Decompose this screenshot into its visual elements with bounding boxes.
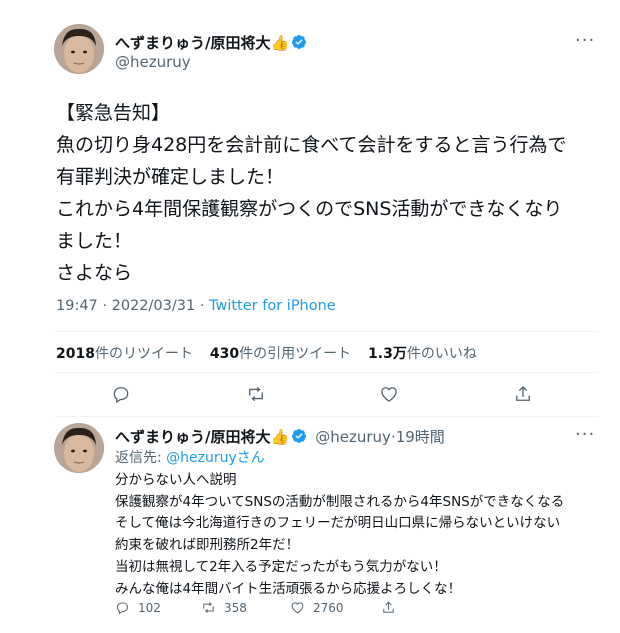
share-icon: [516, 385, 530, 401]
reply-time[interactable]: 19時間: [396, 428, 445, 446]
tweet-text-line: 魚の切り身428円を会計前に食べて会計をすると言う行為で: [56, 134, 567, 156]
avatar-image: [54, 423, 104, 473]
reply-display-name[interactable]: へずまりゅう/原田将大: [115, 428, 270, 446]
reply-text-line: そして俺は今北海道行きのフェリーだが明日山口県に帰らないといけない: [115, 515, 561, 532]
handle[interactable]: @hezuruy: [115, 53, 191, 71]
reply-text-line: 約束を破れば即刑務所2年だ！: [115, 537, 300, 554]
tweet-date[interactable]: 2022/03/31: [112, 298, 196, 314]
replying-to-mention[interactable]: @hezuruyさん: [166, 450, 265, 466]
reply-like-button[interactable]: 2760: [290, 600, 344, 615]
meta-separator: ·: [102, 298, 108, 314]
verified-badge-icon: [292, 35, 307, 49]
retweet-count: 358: [224, 600, 247, 615]
tweet-text-line: 【緊急告知】: [56, 102, 171, 124]
retweets-count: 2018: [56, 346, 95, 362]
reply-avatar[interactable]: [54, 423, 104, 473]
more-icon[interactable]: ···: [575, 424, 595, 445]
avatar[interactable]: [54, 24, 104, 74]
source-app-link[interactable]: Twitter for iPhone: [209, 298, 336, 314]
retweets-stat[interactable]: 2018件のリツイート: [56, 346, 193, 362]
share-icon: [383, 601, 394, 613]
tweet-time[interactable]: 19:47: [56, 298, 98, 314]
reply-icon: [116, 602, 129, 615]
tweet-text: 【緊急告知】 魚の切り身428円を会計前に食べて会計をすると言う行為で 有罪判決…: [56, 97, 567, 289]
tweet-text-line: 有罪判決が確定しました！: [56, 166, 285, 188]
retweet-icon: [249, 386, 263, 402]
avatar-image: [54, 24, 104, 74]
retweet-button[interactable]: [246, 384, 266, 408]
reply-handle[interactable]: @hezuruy: [315, 428, 391, 446]
replying-to-label: 返信先:: [115, 450, 167, 466]
verified-badge-icon: [292, 429, 307, 443]
quotes-count: 430: [209, 346, 240, 362]
likes-count: 1.3万: [368, 346, 407, 362]
divider: [54, 331, 598, 332]
divider: [54, 372, 598, 373]
reply-reply-button[interactable]: 102: [115, 600, 161, 615]
reply-button[interactable]: [111, 384, 131, 408]
reply-share-button[interactable]: [381, 600, 396, 615]
tweet-stats: 2018件のリツイート 430件の引用ツイート 1.3万件のいいね: [56, 343, 477, 363]
reply-count: 102: [138, 600, 161, 615]
share-button[interactable]: [513, 384, 533, 408]
display-name[interactable]: へずまりゅう/原田将大: [115, 34, 270, 52]
likes-stat[interactable]: 1.3万件のいいね: [368, 346, 477, 362]
likes-label: 件のいいね: [406, 346, 477, 362]
reply-text: 分からない人へ説明 保護観察が4年ついてSNSの活動が制限されるから4年SNSが…: [115, 470, 564, 600]
reply-text-line: みんな俺は4年間バイト生活頑張るから応援よろしくな！: [115, 580, 462, 597]
meta-separator: ·: [199, 298, 205, 314]
reply-retweet-button[interactable]: 358: [201, 600, 247, 615]
quotes-label: 件の引用ツイート: [239, 346, 352, 362]
reply-text-line: 保護観察が4年ついてSNSの活動が制限されるから4年SNSができなくなる: [115, 493, 565, 510]
tweet-text-line: ました！: [56, 230, 133, 252]
like-icon: [381, 387, 397, 402]
like-button[interactable]: [379, 384, 399, 408]
retweet-icon: [203, 602, 214, 613]
main-tweet-author[interactable]: へずまりゅう/原田将大👍: [115, 32, 307, 53]
reply-icon: [113, 387, 129, 404]
more-icon[interactable]: ···: [575, 30, 595, 51]
reply-tweet-header: へずまりゅう/原田将大👍 @hezuruy·19時間: [115, 426, 445, 447]
quotes-stat[interactable]: 430件の引用ツイート: [210, 346, 351, 362]
reply-text-line: 分からない人へ説明: [115, 472, 237, 488]
tweet-text-line: これから4年間保護観察がつくのでSNS活動ができなくなり: [56, 198, 563, 220]
thumbs-up-emoji: 👍: [270, 428, 290, 446]
thumbs-up-emoji: 👍: [270, 34, 290, 52]
tweet-text-line: さよなら: [56, 262, 133, 284]
tweet-timestamp: 19:47 · 2022/03/31 · Twitter for iPhone: [56, 298, 336, 314]
divider: [54, 416, 598, 417]
like-count: 2760: [313, 600, 344, 615]
reply-text-line: 当初は無視して2年入る予定だったがもう気力がない！: [115, 558, 447, 575]
retweets-label: 件のリツイート: [94, 346, 193, 362]
replying-to: 返信先: @hezuruyさん: [115, 447, 265, 467]
like-icon: [291, 602, 304, 614]
